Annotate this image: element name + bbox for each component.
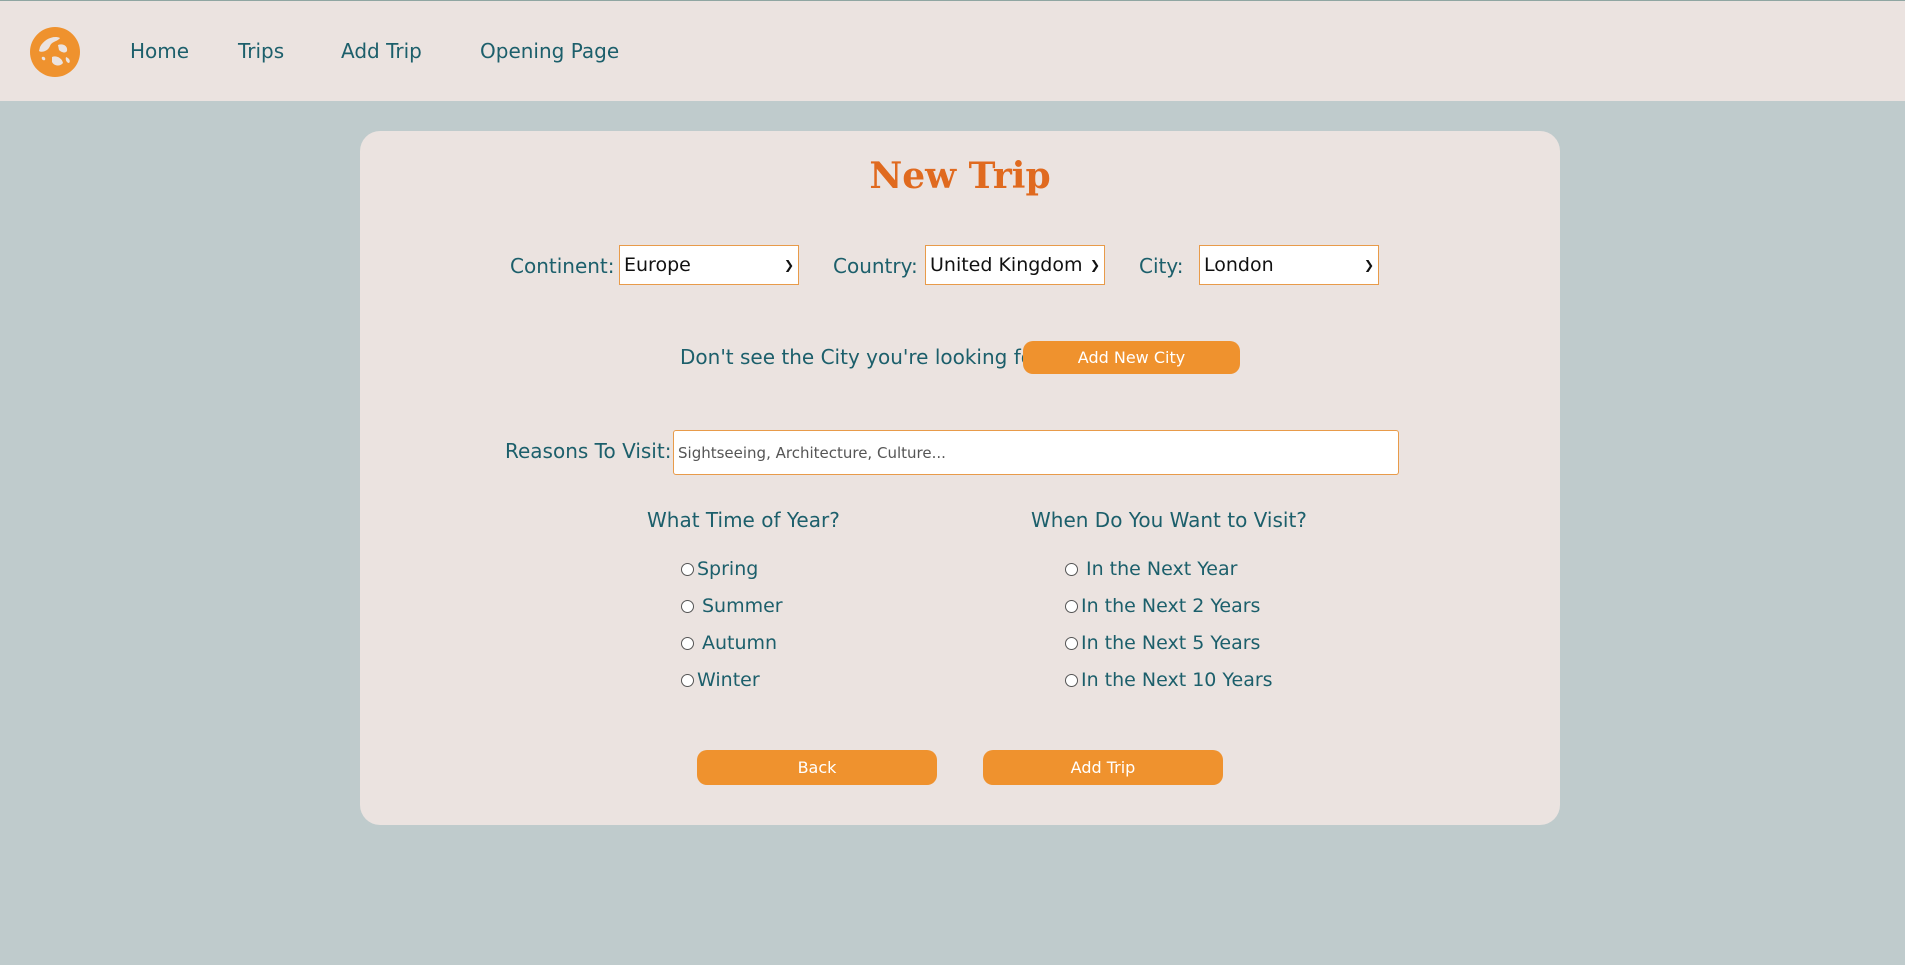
time-of-year-heading: What Time of Year? xyxy=(647,508,840,532)
continent-label: Continent: xyxy=(510,254,615,278)
city-select-value: London xyxy=(1204,254,1274,276)
radio-button[interactable] xyxy=(681,673,694,687)
country-label: Country: xyxy=(833,254,918,278)
radio-button[interactable] xyxy=(1065,673,1078,687)
add-new-city-button[interactable]: Add New City xyxy=(1023,341,1240,374)
add-trip-button[interactable]: Add Trip xyxy=(983,750,1223,785)
when-heading: When Do You Want to Visit? xyxy=(1031,508,1307,532)
new-trip-form-card: New Trip Continent: Europe ❯ Country: Un… xyxy=(360,131,1560,825)
season-option-winter[interactable]: Winter xyxy=(681,669,760,691)
season-option-summer[interactable]: Summer xyxy=(681,595,783,617)
city-label: City: xyxy=(1139,254,1184,278)
when-option-next-10-years[interactable]: In the Next 10 Years xyxy=(1065,669,1273,691)
season-label: Autumn xyxy=(702,632,778,654)
missing-city-text: Don't see the City you're looking for? xyxy=(680,345,1052,369)
when-option-next-5-years[interactable]: In the Next 5 Years xyxy=(1065,632,1260,654)
reasons-label: Reasons To Visit: xyxy=(505,439,672,463)
when-label: In the Next 5 Years xyxy=(1081,632,1261,654)
radio-button[interactable] xyxy=(1065,636,1078,650)
chevron-down-icon: ❯ xyxy=(783,258,794,272)
nav-link-home[interactable]: Home xyxy=(130,39,189,63)
nav-link-add-trip[interactable]: Add Trip xyxy=(341,39,422,63)
radio-button[interactable] xyxy=(681,562,694,576)
radio-button[interactable] xyxy=(681,636,694,650)
season-label: Winter xyxy=(697,669,760,691)
chevron-down-icon: ❯ xyxy=(1089,258,1100,272)
when-label: In the Next 2 Years xyxy=(1081,595,1261,617)
season-option-spring[interactable]: Spring xyxy=(681,558,758,580)
radio-button[interactable] xyxy=(1065,562,1078,576)
radio-button[interactable] xyxy=(1065,599,1078,613)
when-option-next-2-years[interactable]: In the Next 2 Years xyxy=(1065,595,1260,617)
when-label: In the Next 10 Years xyxy=(1081,669,1273,691)
city-select[interactable]: London ❯ xyxy=(1199,245,1379,285)
season-option-autumn[interactable]: Autumn xyxy=(681,632,777,654)
continent-select[interactable]: Europe ❯ xyxy=(619,245,799,285)
reasons-placeholder: Sightseeing, Architecture, Culture... xyxy=(678,443,946,462)
continent-select-value: Europe xyxy=(624,254,691,276)
nav-link-trips[interactable]: Trips xyxy=(238,39,284,63)
page-title: New Trip xyxy=(869,155,1051,197)
chevron-down-icon: ❯ xyxy=(1363,258,1374,272)
country-select-value: United Kingdom xyxy=(930,254,1083,276)
back-button[interactable]: Back xyxy=(697,750,937,785)
when-label: In the Next Year xyxy=(1086,558,1238,580)
globe-logo-icon[interactable] xyxy=(30,27,80,77)
navbar: Home Trips Add Trip Opening Page xyxy=(0,0,1905,101)
season-label: Spring xyxy=(697,558,759,580)
radio-button[interactable] xyxy=(681,599,694,613)
country-select[interactable]: United Kingdom ❯ xyxy=(925,245,1105,285)
nav-link-opening-page[interactable]: Opening Page xyxy=(480,39,619,63)
season-label: Summer xyxy=(702,595,783,617)
reasons-input[interactable]: Sightseeing, Architecture, Culture... xyxy=(673,430,1399,475)
when-option-next-year[interactable]: In the Next Year xyxy=(1065,558,1237,580)
